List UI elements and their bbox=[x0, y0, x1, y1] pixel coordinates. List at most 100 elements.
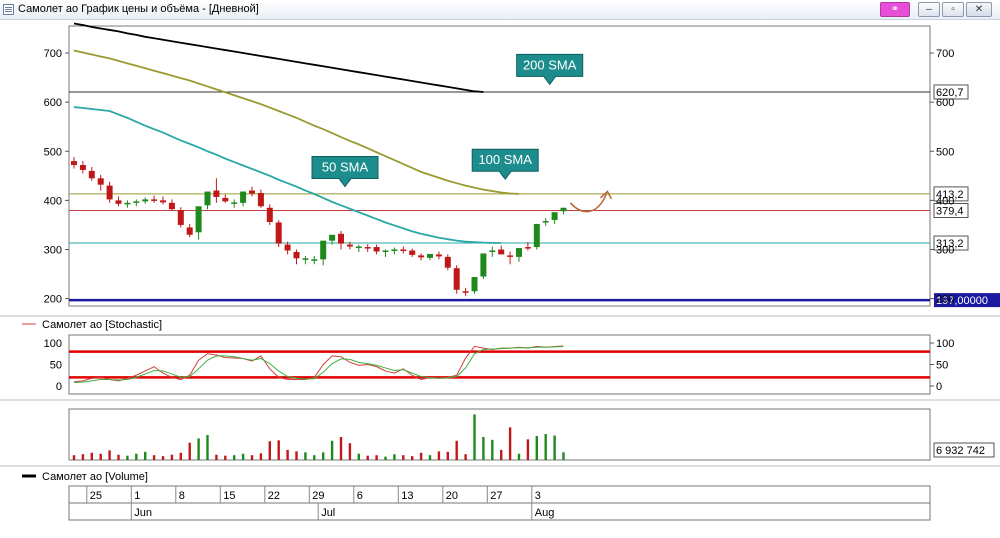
stoch-tick-label-left: 50 bbox=[50, 360, 62, 372]
volume-bar bbox=[277, 440, 280, 460]
candle-body bbox=[409, 250, 416, 255]
volume-bar bbox=[117, 454, 120, 460]
volume-bar bbox=[81, 454, 85, 460]
date-tick-label: 1 bbox=[134, 490, 140, 502]
candle-body bbox=[427, 253, 433, 258]
candle-body bbox=[186, 227, 193, 235]
candle-body bbox=[560, 207, 567, 212]
candle-body bbox=[142, 199, 149, 202]
y-tick-label-right: 200 bbox=[936, 294, 954, 306]
stoch-tick-label-right: 100 bbox=[936, 338, 954, 350]
candle-body bbox=[249, 190, 255, 194]
candle-body bbox=[240, 191, 247, 203]
volume-bar bbox=[268, 441, 271, 460]
candle-body bbox=[177, 210, 184, 225]
date-tick-label: 6 bbox=[357, 490, 363, 502]
volume-bar bbox=[322, 452, 325, 460]
candle-body bbox=[533, 223, 540, 248]
volume-bar bbox=[126, 455, 129, 460]
volume-bar bbox=[375, 455, 378, 460]
volume-bar bbox=[393, 454, 396, 460]
date-tick-label: 29 bbox=[312, 490, 324, 502]
volume-bar bbox=[508, 427, 512, 460]
volume-bar bbox=[384, 456, 387, 460]
volume-bar bbox=[553, 435, 556, 460]
y-tick-label-left: 300 bbox=[44, 245, 62, 257]
date-tick-label: 22 bbox=[268, 490, 280, 502]
volume-bar bbox=[482, 436, 485, 460]
y-tick-label-right: 500 bbox=[936, 146, 954, 158]
maximize-button[interactable]: ▫ bbox=[942, 2, 964, 17]
candle-body bbox=[382, 250, 389, 252]
volume-bar bbox=[197, 438, 200, 460]
candle-body bbox=[151, 199, 158, 201]
candle-body bbox=[516, 248, 522, 257]
volume-bar bbox=[99, 453, 102, 460]
volume-bar bbox=[161, 456, 165, 460]
volume-bar bbox=[188, 442, 191, 460]
y-tick-label-left: 600 bbox=[44, 97, 62, 109]
candle-body bbox=[338, 233, 344, 244]
candle-body bbox=[524, 247, 531, 249]
candle-body bbox=[480, 253, 487, 277]
stoch-tick-label-right: 0 bbox=[936, 381, 942, 393]
volume-bar bbox=[491, 439, 494, 460]
volume-bar bbox=[170, 454, 174, 460]
volume-bar bbox=[241, 453, 245, 460]
candle-body bbox=[373, 247, 380, 252]
y-tick-label-right: 700 bbox=[936, 48, 954, 60]
y-tick-label-right: 600 bbox=[936, 97, 954, 109]
volume-bar bbox=[411, 456, 414, 460]
close-button[interactable]: ✕ bbox=[966, 2, 992, 17]
month-label: Jun bbox=[134, 507, 152, 519]
candle-body bbox=[542, 221, 549, 223]
window-title: Самолет ао График цены и объёма - [Дневн… bbox=[18, 3, 259, 15]
volume-bar bbox=[108, 450, 111, 460]
link-button[interactable]: ⚭ bbox=[880, 2, 910, 17]
candle-body bbox=[418, 255, 425, 258]
volume-bar bbox=[135, 453, 138, 460]
candle-body bbox=[435, 254, 442, 257]
volume-bar bbox=[562, 452, 565, 460]
volume-bar bbox=[526, 439, 530, 460]
volume-bar bbox=[437, 451, 441, 460]
candle-body bbox=[551, 212, 558, 221]
volume-bar bbox=[517, 453, 521, 460]
candle-body bbox=[275, 222, 282, 244]
y-tick-label-left: 500 bbox=[44, 146, 62, 158]
candle-body bbox=[329, 234, 336, 241]
candle-body bbox=[168, 202, 175, 210]
stoch-tick-label-left: 0 bbox=[56, 381, 62, 393]
date-tick-label: 13 bbox=[401, 490, 413, 502]
volume-bar bbox=[366, 455, 369, 460]
date-tick-label: 15 bbox=[223, 490, 235, 502]
candle-body bbox=[195, 206, 202, 233]
volume-bar bbox=[152, 455, 156, 460]
candle-body bbox=[364, 247, 371, 249]
candle-body bbox=[266, 207, 273, 222]
date-tick-label: 3 bbox=[535, 490, 541, 502]
chart-area: 620,7413,2379,4313,2197,00000 200 SMA100… bbox=[0, 22, 1000, 521]
candle-body bbox=[320, 240, 327, 260]
callout-label: 100 SMA bbox=[478, 152, 532, 167]
volume-bar bbox=[446, 451, 449, 460]
volume-bar bbox=[250, 455, 254, 460]
volume-bar bbox=[304, 452, 307, 460]
stoch-tick-label-right: 50 bbox=[936, 360, 948, 372]
candle-body bbox=[231, 202, 238, 204]
volume-bar bbox=[535, 436, 538, 460]
volume-bar bbox=[90, 452, 93, 460]
y-tick-label-left: 200 bbox=[44, 294, 62, 306]
date-tick-label: 27 bbox=[490, 490, 502, 502]
candle-body bbox=[471, 277, 478, 292]
minimize-button[interactable]: – bbox=[918, 2, 940, 17]
candle-body bbox=[71, 161, 77, 166]
y-tick-label-right: 300 bbox=[936, 245, 954, 257]
volume-bar bbox=[348, 443, 352, 460]
candle-body bbox=[204, 191, 211, 206]
candle-body bbox=[391, 249, 398, 252]
volume-bar bbox=[313, 455, 316, 460]
app-window-icon bbox=[3, 4, 14, 15]
candle-body bbox=[293, 251, 300, 259]
candle-body bbox=[507, 255, 514, 257]
